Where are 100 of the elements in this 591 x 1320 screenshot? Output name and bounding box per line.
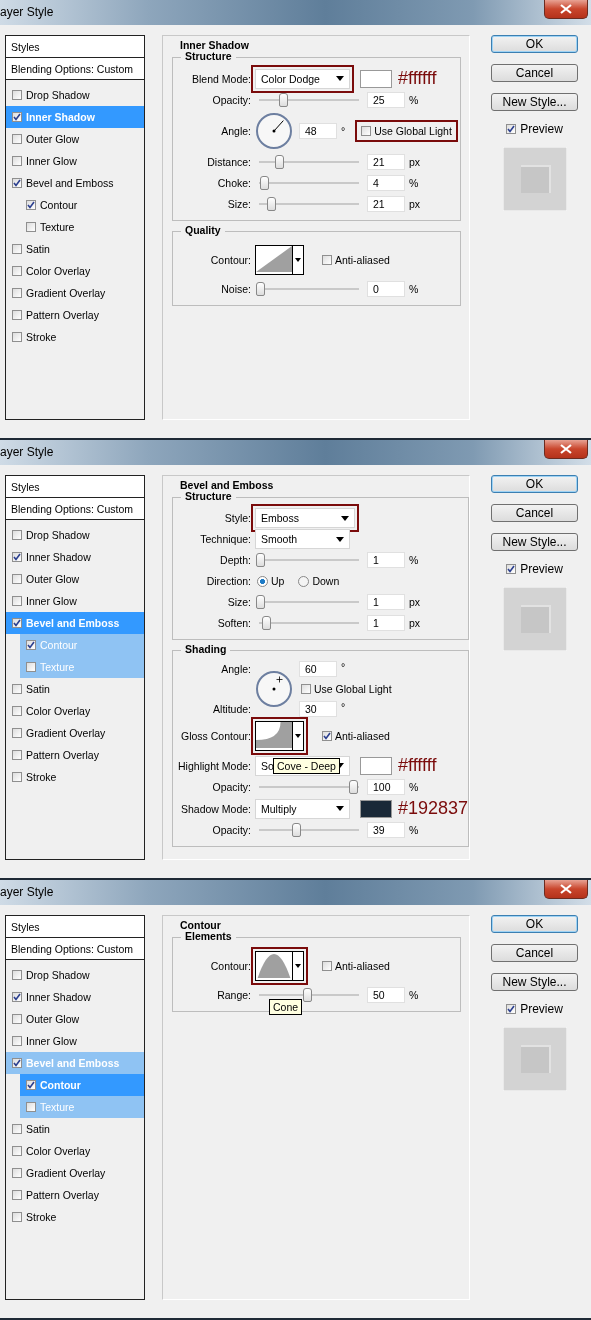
color-swatch[interactable]: [360, 799, 392, 818]
blending-options-item[interactable]: Blending Options: Custom: [6, 58, 144, 80]
anti-aliased-checkbox[interactable]: Anti-aliased: [320, 729, 392, 743]
close-button[interactable]: [544, 0, 588, 19]
slider-thumb[interactable]: [279, 93, 289, 107]
style-list-item[interactable]: Stroke: [6, 1206, 144, 1228]
close-button[interactable]: [544, 880, 588, 899]
style-list-item[interactable]: Color Overlay: [6, 700, 144, 722]
checkbox[interactable]: [506, 124, 517, 134]
anti-aliased-checkbox[interactable]: Anti-aliased: [320, 959, 392, 973]
global-light-checkbox[interactable]: Use Global Light: [299, 682, 394, 696]
checkbox[interactable]: [12, 772, 22, 782]
checkbox[interactable]: [12, 1014, 22, 1024]
checkbox[interactable]: [12, 288, 22, 298]
style-list-item[interactable]: Inner Glow: [6, 1030, 144, 1052]
checkbox[interactable]: [12, 1212, 22, 1222]
checkbox[interactable]: [361, 126, 372, 136]
dropdown[interactable]: Smooth: [255, 529, 350, 549]
style-list-item[interactable]: Color Overlay: [6, 260, 144, 282]
style-list-item[interactable]: Texture: [20, 216, 144, 238]
style-list-item[interactable]: Satin: [6, 1118, 144, 1140]
checkbox[interactable]: [12, 332, 22, 342]
slider-thumb[interactable]: [274, 155, 284, 169]
checkbox[interactable]: [506, 564, 517, 574]
dialog-button[interactable]: Cancel: [491, 64, 578, 82]
angle-dial[interactable]: [255, 670, 293, 708]
dialog-button[interactable]: OK: [491, 35, 578, 53]
style-list-item[interactable]: Outer Glow: [6, 128, 144, 150]
angle-dial[interactable]: [255, 112, 293, 150]
style-list-item[interactable]: Drop Shadow: [6, 524, 144, 546]
style-list-item[interactable]: Outer Glow: [6, 1008, 144, 1030]
checkbox[interactable]: [12, 530, 22, 540]
slider-thumb[interactable]: [349, 780, 358, 794]
style-list-item[interactable]: Stroke: [6, 766, 144, 788]
style-list-item[interactable]: Gradient Overlay: [6, 1162, 144, 1184]
value-field[interactable]: 1: [367, 594, 405, 610]
preview-checkbox[interactable]: Preview: [506, 122, 563, 136]
style-list-item[interactable]: Satin: [6, 238, 144, 260]
blending-options-item[interactable]: Blending Options: Custom: [6, 938, 144, 960]
anti-aliased-checkbox[interactable]: Anti-aliased: [320, 253, 392, 267]
radio-option[interactable]: Down: [296, 574, 342, 588]
global-light-checkbox[interactable]: Use Global Light: [359, 124, 454, 138]
dropdown[interactable]: So Cove - Deep: [255, 755, 350, 776]
checkbox[interactable]: [26, 1102, 36, 1112]
checkbox[interactable]: [12, 1168, 22, 1178]
checkbox[interactable]: [12, 992, 22, 1002]
slider-thumb[interactable]: [261, 616, 271, 630]
checkbox[interactable]: [12, 310, 22, 320]
radio-option[interactable]: Up: [255, 574, 287, 588]
slider-thumb[interactable]: [256, 553, 265, 567]
checkbox[interactable]: [12, 1190, 22, 1200]
checkbox[interactable]: [26, 662, 36, 672]
slider-thumb[interactable]: [256, 282, 265, 296]
style-list-item[interactable]: Pattern Overlay: [6, 304, 144, 326]
style-list-item[interactable]: Drop Shadow: [6, 964, 144, 986]
slider-thumb[interactable]: [302, 988, 312, 1002]
checkbox[interactable]: [26, 640, 36, 650]
value-field[interactable]: 25: [367, 92, 405, 108]
checkbox[interactable]: [322, 961, 332, 971]
slider-thumb[interactable]: [256, 595, 265, 609]
value-field[interactable]: 60: [299, 661, 337, 677]
style-list-item[interactable]: Color Overlay: [6, 1140, 144, 1162]
dialog-button[interactable]: New Style...: [491, 973, 578, 991]
checkbox[interactable]: [26, 200, 36, 210]
checkbox[interactable]: [12, 1124, 22, 1134]
close-button[interactable]: [544, 440, 588, 459]
style-list-item[interactable]: Inner Shadow: [6, 986, 144, 1008]
value-field[interactable]: 50: [367, 987, 405, 1003]
value-field[interactable]: 30: [299, 701, 337, 717]
value-field[interactable]: 39: [367, 822, 405, 838]
checkbox[interactable]: [12, 266, 22, 276]
style-list-item[interactable]: Pattern Overlay: [6, 744, 144, 766]
value-field[interactable]: 1: [367, 615, 405, 631]
value-field[interactable]: 4: [367, 175, 405, 191]
checkbox[interactable]: [12, 706, 22, 716]
radio-button[interactable]: [257, 575, 268, 587]
checkbox[interactable]: [12, 750, 22, 760]
dialog-button[interactable]: OK: [491, 915, 578, 933]
style-list-item[interactable]: Contour: [20, 194, 144, 216]
checkbox[interactable]: [12, 1036, 22, 1046]
slider-thumb[interactable]: [267, 197, 277, 211]
dropdown[interactable]: Color Dodge: [255, 68, 350, 89]
value-field[interactable]: 1: [367, 552, 405, 568]
checkbox[interactable]: [506, 1004, 517, 1014]
style-list-item[interactable]: Stroke: [6, 326, 144, 348]
checkbox[interactable]: [12, 90, 22, 100]
dialog-button[interactable]: Cancel: [491, 944, 578, 962]
style-list-item[interactable]: Satin: [6, 678, 144, 700]
style-list-item[interactable]: Inner Shadow: [6, 546, 144, 568]
value-field[interactable]: 48: [299, 123, 337, 139]
dialog-button[interactable]: New Style...: [491, 93, 578, 111]
checkbox[interactable]: [26, 222, 36, 232]
value-field[interactable]: 21: [367, 196, 405, 212]
dialog-button[interactable]: Cancel: [491, 504, 578, 522]
checkbox[interactable]: [12, 1146, 22, 1156]
style-list-item[interactable]: Drop Shadow: [6, 84, 144, 106]
value-field[interactable]: 100: [367, 779, 405, 795]
style-list-item[interactable]: Bevel and Emboss: [6, 172, 144, 194]
slider-thumb[interactable]: [292, 823, 302, 837]
color-swatch[interactable]: [360, 756, 392, 775]
